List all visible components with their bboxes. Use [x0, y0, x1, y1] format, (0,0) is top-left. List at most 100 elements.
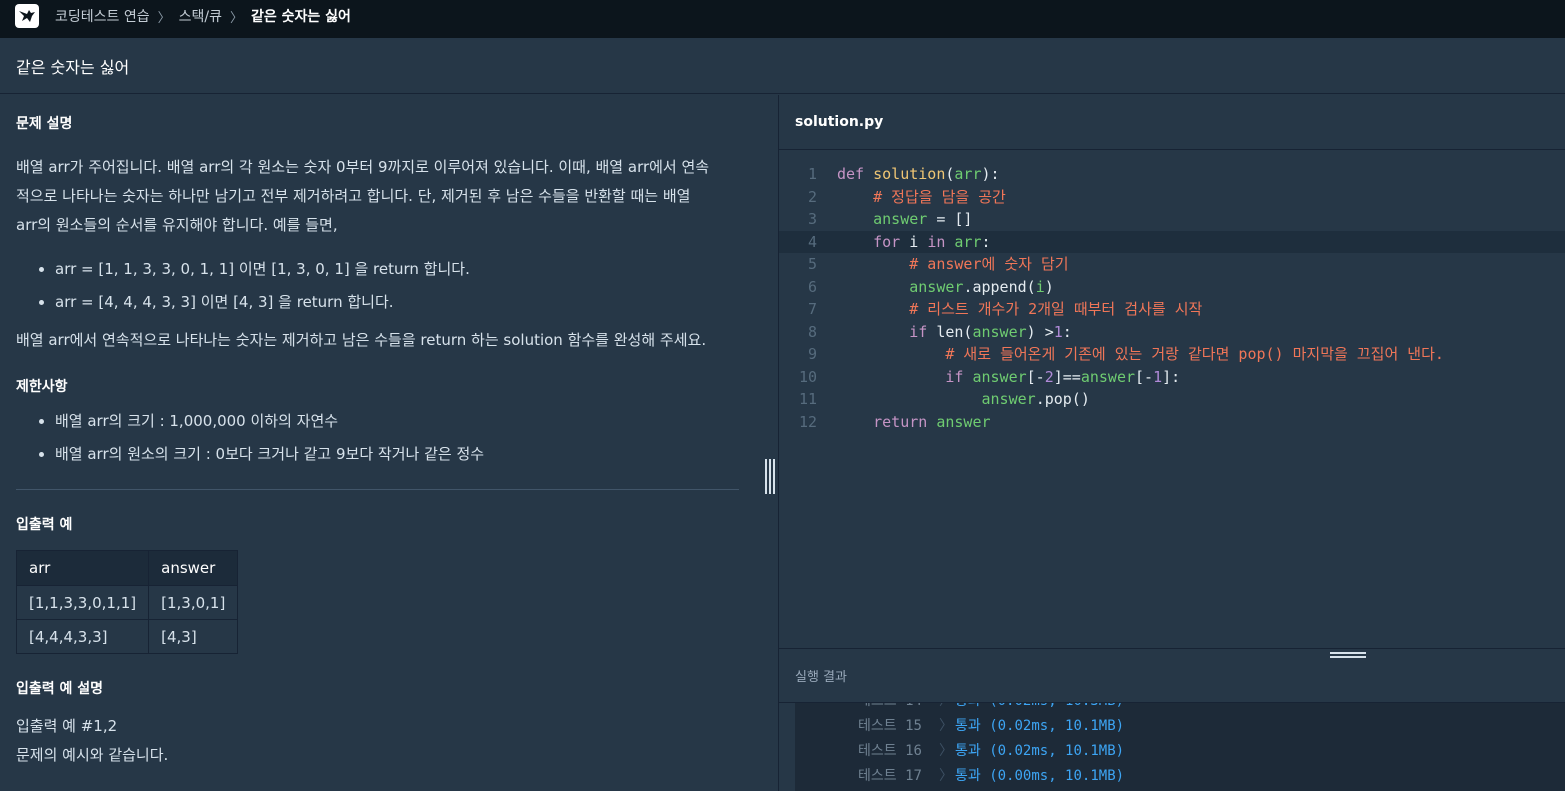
line-number: 5 [807, 255, 817, 273]
example-item: arr = [1, 1, 3, 3, 0, 1, 1] 이면 [1, 3, 0,… [55, 253, 740, 286]
code-token: arr [954, 232, 982, 251]
code-token: .append( [963, 277, 1036, 296]
code-token: 1 [1153, 367, 1163, 386]
line-number: 8 [807, 322, 817, 341]
table-cell: [1,3,0,1] [148, 585, 239, 620]
vertical-resize-grip-icon[interactable] [765, 459, 775, 494]
result-title: 실행 결과 [795, 670, 847, 685]
test-result-value: 통과 (0.00ms, 10.1MB) [955, 768, 1125, 784]
result-row: 테스트 14 〉통과 (0.02ms, 10.3MB) [795, 703, 1565, 714]
code-token: len( [936, 322, 973, 341]
test-result-value: 통과 (0.02ms, 10.3MB) [955, 703, 1124, 714]
line-number: 10 [798, 367, 817, 386]
table-row: [4,4,4,3,3] [4,3] [15, 619, 239, 654]
chevron-right-icon: 〉 [157, 10, 171, 26]
table-header-cell: arr [15, 550, 150, 586]
code-text: answer.pop() [837, 388, 1090, 410]
task-text: 배열 arr에서 연속적으로 나타나는 숫자는 제거하고 남은 수들을 retu… [16, 331, 707, 349]
file-tab[interactable]: solution.py [779, 95, 1565, 150]
table-row: [1,1,3,3,0,1,1] [1,3,0,1] [15, 585, 239, 620]
result-row: 테스트 16 〉 통과 (0.02ms, 10.1MB) [795, 739, 1565, 764]
result-separator: 〉 [939, 703, 953, 714]
test-label: 테스트 16 [858, 743, 922, 759]
code-line[interactable]: 3 answer = [] [779, 208, 1565, 230]
code-line[interactable]: 6 answer.append(i) [779, 276, 1565, 298]
code-text: for i in arr: [837, 231, 991, 253]
code-line[interactable]: 1 def solution(arr): [779, 163, 1565, 185]
line-number: 4 [807, 232, 817, 251]
code-token: # 정답을 담을 공간 [873, 187, 1006, 206]
line-number: 6 [807, 277, 817, 296]
code-token: answer [972, 322, 1027, 341]
result-row: 테스트 17 〉 통과 (0.00ms, 10.1MB) [795, 764, 1565, 789]
description-line: 배열 arr가 주어집니다. 배열 arr의 각 원소는 숫자 0부터 9까지로… [16, 158, 710, 176]
code-text: if answer[-2]==answer[-1]: [837, 366, 1180, 388]
line-number: 3 [807, 210, 817, 228]
code-token: ]== [1053, 367, 1081, 386]
constraint-item: 배열 arr의 크기 : 1,000,000 이하의 자연수 [55, 405, 740, 438]
code-text: # answer에 숫자 담기 [837, 253, 1069, 275]
code-token: ]: [1162, 367, 1181, 386]
io-explanation-heading: 입출력 예 설명 [16, 681, 104, 697]
code-line[interactable]: 4 for i in arr: [779, 230, 1565, 253]
programmers-logo-icon[interactable] [15, 4, 39, 28]
breadcrumb-item-coding-test[interactable]: 코딩테스트 연습 [55, 6, 150, 26]
code-token: i [1035, 277, 1045, 296]
page-title-bar: 같은 숫자는 싫어 [0, 38, 1565, 94]
breadcrumb-item-stack-queue[interactable]: 스택/큐 [179, 6, 222, 26]
constraint-item: 배열 arr의 원소의 크기 : 0보다 크거나 같고 9보다 작거나 같은 정… [55, 438, 740, 471]
table-cell: [1,1,3,3,0,1,1] [15, 585, 150, 620]
code-text: # 정답을 담을 공간 [837, 186, 1006, 208]
problem-description-heading: 문제 설명 [16, 116, 73, 132]
table-header-cell: answer [148, 550, 239, 586]
code-token: answer [936, 412, 991, 431]
code-line[interactable]: 9 # 새로 들어온게 기존에 있는 거랑 같다면 pop() 마지막을 끄집어… [779, 343, 1565, 365]
code-editor[interactable]: 1 def solution(arr): 2 # 정답을 담을 공간 3 answer… [779, 151, 1565, 648]
code-line[interactable]: 7 # 리스트 개수가 2개일 때부터 검사를 시작 [779, 298, 1565, 320]
test-result-value: 통과 (0.02ms, 10.1MB) [955, 743, 1125, 759]
code-line[interactable]: 10 if answer[-2]==answer[-1]: [779, 366, 1565, 388]
result-header: 실행 결과 [779, 648, 1565, 703]
description-line: 적으로 나타나는 숫자는 하나만 남기고 전부 제거하려고 합니다. 단, 제거… [16, 187, 691, 205]
code-token: ) > [1026, 322, 1054, 341]
explanation-line: 문제의 예시와 같습니다. [16, 746, 169, 764]
io-example-heading: 입출력 예 [16, 517, 73, 533]
code-line[interactable]: 5 # answer에 숫자 담기 [779, 253, 1565, 275]
code-token: : [981, 232, 991, 251]
code-token: = [] [927, 210, 973, 228]
code-line[interactable]: 8 if len(answer) >1: [779, 321, 1565, 343]
code-token: 2 [1044, 367, 1054, 386]
breadcrumb: 코딩테스트 연습 〉 스택/큐 〉 같은 숫자는 싫어 [55, 0, 351, 32]
line-number: 1 [807, 165, 817, 183]
code-token: solution [873, 165, 946, 183]
result-output[interactable]: 테스트 14〉통과 (0.02ms, 10.3MB)테스트 15〉통과 (0.0… [795, 703, 1565, 791]
code-token: answer [1080, 367, 1136, 386]
problem-description-text: 배열 arr가 주어집니다. 배열 arr의 각 원소는 숫자 0부터 9까지로… [16, 153, 740, 240]
line-number: 7 [807, 300, 817, 318]
line-number: 2 [807, 187, 817, 206]
code-token: # answer에 숫자 담기 [909, 255, 1069, 273]
code-line[interactable]: 12 return answer [779, 411, 1565, 433]
code-line[interactable]: 11 answer.pop() [779, 388, 1565, 410]
line-number: 11 [798, 390, 817, 408]
code-token: for [873, 232, 910, 251]
code-token: : [1062, 322, 1072, 341]
code-text: if len(answer) >1: [837, 321, 1072, 343]
description-line: arr의 원소들의 순서를 유지해야 합니다. 예를 들면, [16, 216, 338, 234]
code-token: answer [873, 210, 928, 228]
io-example-table: arr answer [1,1,3,3,0,1,1] [1,3,0,1] [4,… [15, 550, 239, 654]
code-line[interactable]: 2 # 정답을 담을 공간 [779, 186, 1565, 208]
code-token: in [927, 232, 955, 251]
problem-description-panel[interactable]: 문제 설명 배열 arr가 주어집니다. 배열 arr의 각 원소는 숫자 0부… [0, 95, 778, 791]
code-token: ) [1044, 277, 1054, 296]
test-label: 테스트 17 [858, 768, 922, 784]
code-token: if [909, 322, 937, 341]
